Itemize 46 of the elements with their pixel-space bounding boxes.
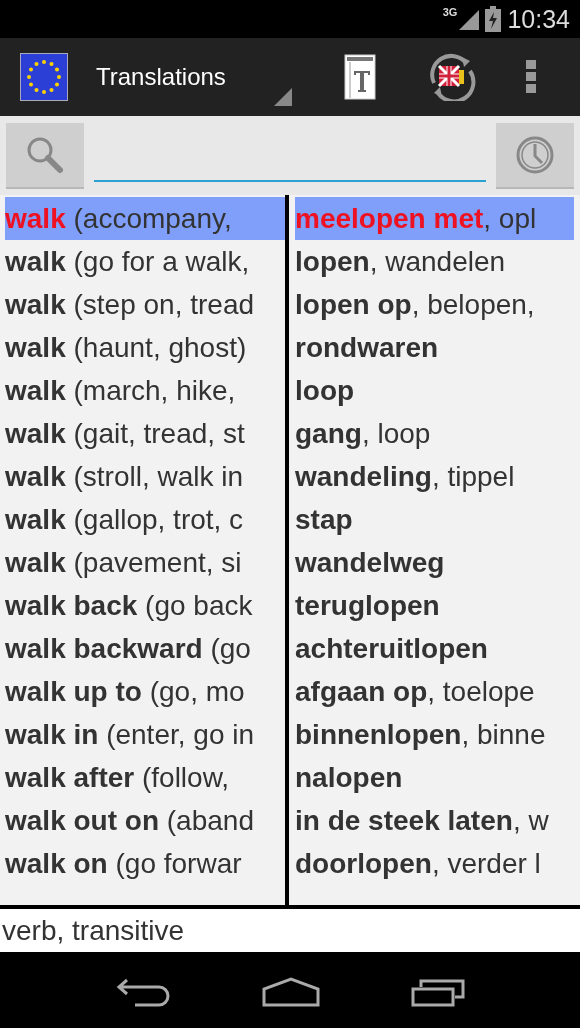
source-entry[interactable]: walk out on (aband xyxy=(5,799,285,842)
source-entry[interactable]: walk (gait, tread, st xyxy=(5,412,285,455)
translation-entry[interactable]: wandelweg xyxy=(295,541,574,584)
book-icon[interactable] xyxy=(343,54,376,100)
translation-entry[interactable]: afgaan op, toelope xyxy=(295,670,574,713)
translation-entry[interactable]: binnenlopen, binne xyxy=(295,713,574,756)
translation-entry[interactable]: nalopen xyxy=(295,756,574,799)
source-entry[interactable]: walk (go for a walk, xyxy=(5,240,285,283)
translation-entry[interactable]: lopen op, belopen, xyxy=(295,283,574,326)
translation-entry[interactable]: stap xyxy=(295,498,574,541)
screen-title[interactable]: Translations xyxy=(96,63,226,91)
source-entry[interactable]: walk after (follow, xyxy=(5,756,285,799)
dropdown-icon[interactable] xyxy=(273,88,292,106)
source-entry[interactable]: walk on (go forwar xyxy=(5,842,285,885)
source-entry[interactable]: walk (pavement, si xyxy=(5,541,285,584)
translation-entry[interactable]: lopen, wandelen xyxy=(295,240,574,283)
translation-entry[interactable]: achteruitlopen xyxy=(295,627,574,670)
battery-icon xyxy=(485,6,502,32)
translation-entry[interactable]: gang, loop xyxy=(295,412,574,455)
translation-entry[interactable]: wandeling, tippel xyxy=(295,455,574,498)
recent-apps-icon[interactable] xyxy=(410,977,465,1007)
flag-icon[interactable] xyxy=(20,53,68,101)
source-entry[interactable]: walk in (enter, go in xyxy=(5,713,285,756)
back-icon[interactable] xyxy=(115,977,172,1007)
source-entry[interactable]: walk (haunt, ghost) xyxy=(5,326,285,369)
source-entry[interactable]: walk (accompany, xyxy=(5,197,285,240)
translation-entry[interactable]: teruglopen xyxy=(295,584,574,627)
clock-icon xyxy=(515,134,555,175)
source-entry[interactable]: walk (march, hike, xyxy=(5,369,285,412)
source-entry[interactable]: walk up to (go, mo xyxy=(5,670,285,713)
signal-icon xyxy=(457,8,480,30)
part-of-speech: verb, transitive xyxy=(0,905,580,952)
source-entry[interactable]: walk back (go back xyxy=(5,584,285,627)
translation-entry[interactable]: rondwaren xyxy=(295,326,574,369)
overflow-menu-icon[interactable] xyxy=(525,60,536,94)
translation-entry[interactable]: meelopen met, opl xyxy=(295,197,574,240)
source-entry[interactable]: walk (gallop, trot, c xyxy=(5,498,285,541)
source-entry[interactable]: walk (stroll, walk in xyxy=(5,455,285,498)
translation-entry[interactable]: doorlopen, verder l xyxy=(295,842,574,885)
source-entry[interactable]: walk (step on, tread xyxy=(5,283,285,326)
translation-entry[interactable]: loop xyxy=(295,369,574,412)
translation-entry[interactable]: in de steek laten, w xyxy=(295,799,574,842)
network-type: 3G xyxy=(442,6,458,18)
source-entry[interactable]: walk backward (go xyxy=(5,627,285,670)
home-icon[interactable] xyxy=(262,977,320,1007)
clock: 10:34 xyxy=(507,4,570,34)
